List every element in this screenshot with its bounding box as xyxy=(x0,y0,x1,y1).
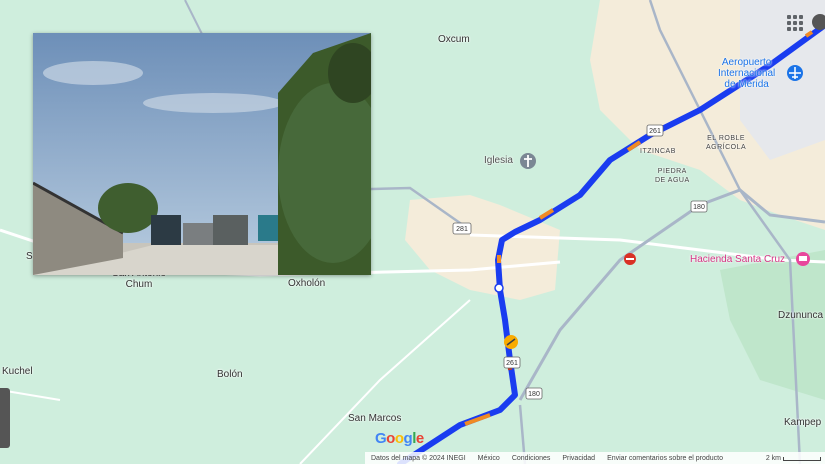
footer-comentarios[interactable]: Enviar comentarios sobre el producto xyxy=(607,455,723,462)
urban-area-town xyxy=(405,195,560,300)
svg-text:281: 281 xyxy=(456,226,468,233)
airport-icon[interactable] xyxy=(787,65,803,81)
place-el-roble-line2: AGRÍCOLA xyxy=(706,144,747,151)
street-photo-inset[interactable] xyxy=(33,33,371,275)
place-hacienda-santa-cruz[interactable]: Hacienda Santa Cruz xyxy=(690,254,785,265)
footer-condiciones[interactable]: Condiciones xyxy=(512,455,551,462)
place-oxcum[interactable]: Oxcum xyxy=(438,34,470,45)
place-bolon[interactable]: Bolón xyxy=(217,369,243,380)
place-airport-line2: Internacional xyxy=(718,68,776,79)
no-entry-icon[interactable] xyxy=(624,253,636,265)
apps-grid-icon[interactable] xyxy=(787,15,803,31)
map-footer: Datos del mapa © 2024 INEGI México Condi… xyxy=(365,452,825,464)
place-itzincab[interactable]: ITZINCAB xyxy=(640,148,676,155)
place-kuchel[interactable]: Kuchel xyxy=(2,366,33,377)
place-airport-line1: Aeropuerto xyxy=(721,57,772,68)
place-dzununcan[interactable]: Dzununca xyxy=(778,310,823,321)
place-el-roble-line1: EL ROBLE xyxy=(707,135,746,142)
green-area xyxy=(720,250,825,400)
shield-180-top: 180 xyxy=(690,200,708,213)
place-airport[interactable]: Aeropuerto Internacional de Mérida xyxy=(718,57,775,90)
footer-privacidad[interactable]: Privacidad xyxy=(562,455,595,462)
place-piedra-de-agua[interactable]: PIEDRA DE AGUA xyxy=(655,167,690,185)
place-kampep[interactable]: Kampep xyxy=(784,417,821,428)
place-piedra-line2: DE AGUA xyxy=(655,177,690,184)
google-logo: Google xyxy=(375,430,424,447)
layer-thumbnail[interactable] xyxy=(0,388,10,448)
place-san-marcos[interactable]: San Marcos xyxy=(348,413,401,424)
svg-text:261: 261 xyxy=(649,128,661,135)
church-icon[interactable] xyxy=(520,153,536,169)
footer-mexico[interactable]: México xyxy=(478,455,500,462)
svg-text:180: 180 xyxy=(693,204,705,211)
place-iglesia[interactable]: Iglesia xyxy=(484,155,513,166)
place-el-roble[interactable]: EL ROBLE AGRÍCOLA xyxy=(706,134,746,152)
shield-180-bottom: 180 xyxy=(525,387,543,400)
place-san-antonio-line2: Chum xyxy=(125,279,153,290)
scale-bar xyxy=(783,457,821,461)
footer-scale: 2 km xyxy=(765,454,781,462)
hotel-icon[interactable] xyxy=(796,252,810,266)
place-oxholon[interactable]: Oxholón xyxy=(288,278,325,289)
shield-281: 281 xyxy=(452,222,472,235)
footer-datos: Datos del mapa © 2024 INEGI xyxy=(371,454,466,462)
svg-text:180: 180 xyxy=(528,391,540,398)
street-photo xyxy=(33,33,371,275)
place-airport-line3: de Mérida xyxy=(724,79,769,90)
place-s-cut[interactable]: S xyxy=(26,251,33,262)
place-piedra-line1: PIEDRA xyxy=(657,168,687,175)
shield-261-top: 261 xyxy=(646,124,664,137)
construction-icon[interactable] xyxy=(504,335,518,349)
shield-261-mid: 261 xyxy=(503,356,521,369)
svg-text:261: 261 xyxy=(506,360,518,367)
